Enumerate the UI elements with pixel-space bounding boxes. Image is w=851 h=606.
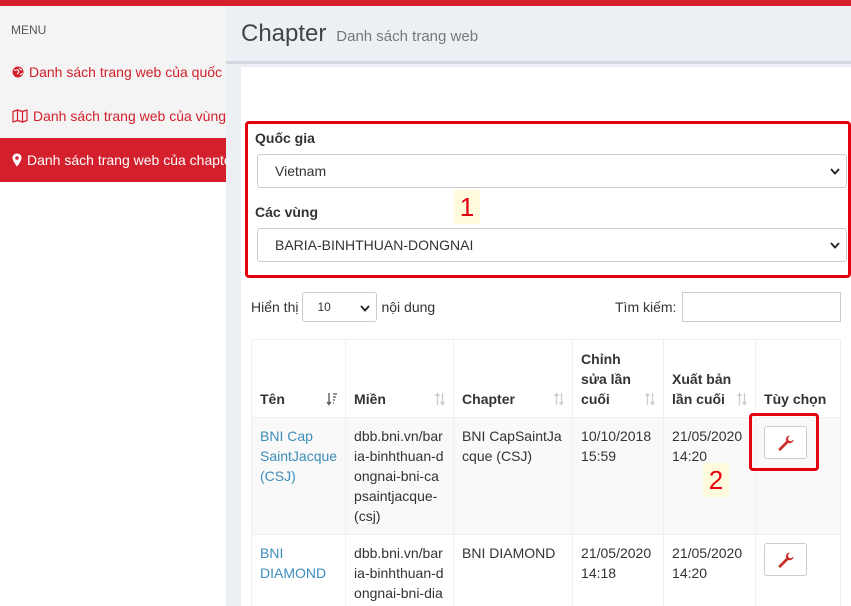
sidebar-item-country-sites[interactable]: Danh sách trang web của quốc gia: [0, 50, 226, 94]
annotation-number-2: 2: [703, 463, 729, 497]
sort-icon: [645, 392, 656, 406]
cell-chapter: BNI DIAMOND: [453, 534, 574, 606]
chevron-down-icon: [830, 168, 840, 175]
map-icon: [12, 108, 28, 124]
column-header-domain[interactable]: Miền: [345, 339, 455, 418]
country-selected-value: Vietnam: [275, 163, 327, 179]
page-length-value: 10: [317, 300, 331, 314]
cell-last-edited: 10/10/2018 15:59: [572, 417, 665, 535]
table-row: BNI DIAMOND dbb.bni.vn/baria-binhthuan-d…: [250, 534, 841, 606]
search-input[interactable]: [682, 292, 842, 322]
sort-icon: [554, 392, 565, 406]
options-highlight-box: [749, 413, 819, 471]
sort-icon: [435, 392, 446, 406]
search-label: Tìm kiếm:: [615, 299, 677, 315]
content-panel: Quốc gia Vietnam Các vùng BARIA-BINHTHUA…: [241, 67, 851, 606]
site-name-link[interactable]: BNI DIAMOND: [260, 545, 326, 581]
sidebar-item-label: Danh sách trang web của quốc gia: [29, 64, 226, 80]
chevron-down-icon: [830, 242, 840, 249]
annotation-number-1: 1: [454, 190, 480, 224]
site-name-link[interactable]: BNI Cap SaintJacque (CSJ): [260, 428, 337, 484]
table-header-row: Tên Miền Chapter Chỉnh sửa lần cuối Xuất…: [250, 339, 841, 418]
cell-last-published: 21/05/2020 14:20: [663, 534, 757, 606]
cell-domain: dbb.bni.vn/baria-binhthuan-dongnai-bni-d…: [345, 534, 455, 606]
sidebar-item-label: Danh sách trang web của chapter: [27, 152, 226, 168]
table-search: Tìm kiếm:: [615, 292, 842, 322]
column-header-name[interactable]: Tên: [250, 339, 347, 418]
show-label: Hiển thị: [251, 299, 299, 315]
region-label: Các vùng: [255, 204, 319, 220]
menu-label: MENU: [0, 6, 226, 50]
cell-options: [755, 534, 841, 606]
cell-last-edited: 21/05/2020 14:18: [572, 534, 665, 606]
settings-button[interactable]: [764, 543, 808, 576]
chapter-sites-table: Tên Miền Chapter Chỉnh sửa lần cuối Xuất…: [250, 339, 841, 606]
column-header-chapter[interactable]: Chapter: [453, 339, 574, 418]
page-subtitle: Danh sách trang web: [336, 28, 479, 45]
column-header-last-edited[interactable]: Chỉnh sửa lần cuối: [572, 339, 665, 418]
country-select[interactable]: Vietnam: [257, 154, 847, 188]
chevron-down-icon: [360, 305, 371, 312]
wrench-icon: [778, 552, 794, 568]
table-length-control: Hiển thị 10 nội dung: [251, 292, 435, 322]
country-label: Quốc gia: [255, 130, 315, 146]
filter-highlight-box: Quốc gia Vietnam Các vùng BARIA-BINHTHUA…: [245, 121, 851, 278]
page-length-select[interactable]: 10: [302, 292, 378, 322]
sidebar-item-chapter-sites[interactable]: Danh sách trang web của chapter: [0, 138, 226, 182]
sidebar: MENU Danh sách trang web của quốc gia Da…: [0, 6, 226, 606]
region-selected-value: BARIA-BINHTHUAN-DONGNAI: [275, 237, 474, 253]
main-area: Chapter Danh sách trang web Quốc gia Vie…: [226, 6, 851, 606]
column-header-last-published[interactable]: Xuất bản lần cuối: [663, 339, 757, 418]
region-select[interactable]: BARIA-BINHTHUAN-DONGNAI: [257, 228, 847, 262]
sidebar-item-label: Danh sách trang web của vùng: [33, 108, 226, 124]
page-title: Chapter: [241, 20, 327, 47]
cell-name: BNI DIAMOND: [250, 534, 347, 606]
sidebar-item-region-sites[interactable]: Danh sách trang web của vùng: [0, 94, 226, 138]
sort-active-icon: [326, 393, 338, 406]
cell-chapter: BNI CapSaintJacque (CSJ): [453, 417, 574, 535]
column-header-options: Tùy chọn: [755, 339, 841, 418]
entries-label: nội dung: [381, 299, 436, 315]
cell-domain: dbb.bni.vn/baria-binhthuan-dongnai-bni-c…: [345, 417, 455, 535]
sort-icon: [737, 392, 748, 406]
page-header: Chapter Danh sách trang web: [226, 6, 851, 64]
cell-name: BNI Cap SaintJacque (CSJ): [250, 417, 347, 535]
map-marker-icon: [12, 152, 22, 168]
globe-icon: [12, 64, 24, 80]
